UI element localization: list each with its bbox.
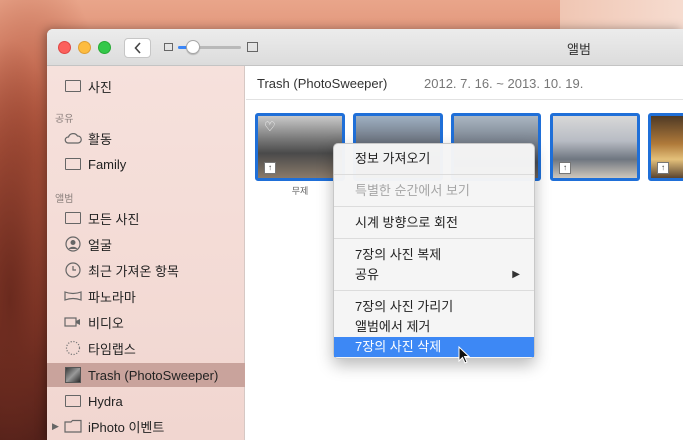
sidebar-item-label: 모든 사진 (88, 211, 140, 227)
menu-item-show-in-moments: 특별한 순간에서 보기 (355, 183, 470, 198)
share-badge-icon: ↑ (657, 162, 669, 174)
chevron-left-icon (133, 42, 141, 54)
menu-item-remove-from-album[interactable]: 앨범에서 제거 (334, 317, 534, 337)
folder-icon (64, 417, 82, 435)
album-icon (64, 392, 82, 410)
fullscreen-window-button[interactable] (98, 41, 111, 54)
disclosure-triangle-icon[interactable]: ▶ (52, 421, 59, 432)
menu-separator (334, 174, 534, 175)
back-button[interactable] (124, 38, 151, 58)
sidebar-item-label: 파노라마 (88, 289, 136, 305)
sidebar-item-videos[interactable]: 비디오 (47, 310, 245, 334)
photo-caption: 무제 (291, 186, 309, 196)
photo-thumbnail[interactable]: ♡ ↑ (255, 113, 345, 181)
album-date-range: 2012. 7. 16. ~ 2013. 10. 19. (424, 76, 584, 91)
menu-item-label: 공유 (355, 267, 379, 282)
sidebar-item-time-lapse[interactable]: 타임랩스 (47, 336, 245, 360)
sidebar-item-activity[interactable]: 활동 (47, 126, 245, 150)
sidebar-item-all-photos[interactable]: 모든 사진 (47, 206, 245, 230)
clock-icon (64, 261, 82, 279)
menu-item-hide-photos[interactable]: 7장의 사진 가리기 (334, 297, 534, 317)
menu-item-share[interactable]: 공유 ▶ (334, 265, 534, 285)
mouse-pointer-icon (458, 346, 470, 364)
close-window-button[interactable] (58, 41, 71, 54)
menu-separator (334, 238, 534, 239)
menu-item-duplicate-photos[interactable]: 7장의 사진 복제 (334, 245, 534, 265)
album-header: Trash (PhotoSweeper) 2012. 7. 16. ~ 2013… (246, 66, 683, 100)
sidebar-item-trash-photosweeper[interactable]: Trash (PhotoSweeper) (47, 363, 245, 387)
sidebar-item-label: 사진 (88, 79, 112, 95)
heart-icon[interactable]: ♡ (264, 119, 276, 135)
sidebar-section-albums: 앨범 (55, 194, 74, 205)
zoom-out-icon[interactable] (164, 43, 173, 51)
share-badge-icon: ↑ (264, 162, 276, 174)
sidebar-item-label: Trash (PhotoSweeper) (88, 367, 219, 383)
share-badge-icon: ↑ (559, 162, 571, 174)
face-icon (64, 235, 82, 253)
sidebar-item-label: 비디오 (88, 315, 124, 331)
sidebar-item-label: iPhoto 이벤트 (88, 419, 165, 435)
sidebar-item-photos[interactable]: 사진 (47, 74, 245, 98)
video-icon (64, 313, 82, 331)
sidebar-item-family[interactable]: Family (47, 152, 245, 176)
window-title: 앨범 (567, 42, 591, 57)
sidebar-item-panoramas[interactable]: 파노라마 (47, 284, 245, 308)
album-title: Trash (PhotoSweeper) (257, 76, 388, 91)
album-icon (64, 209, 82, 227)
sidebar-item-label: 활동 (88, 131, 112, 147)
sidebar-item-faces[interactable]: 얼굴 (47, 232, 245, 256)
context-menu: 정보 가져오기 특별한 순간에서 보기 시계 방향으로 회전 7장의 사진 복제… (333, 143, 535, 359)
photo-thumbnail[interactable]: ↑ (550, 113, 640, 181)
sidebar-item-label: Hydra (88, 393, 123, 409)
menu-item-rotate-clockwise[interactable]: 시계 방향으로 회전 (334, 213, 534, 233)
menu-item-delete-photos[interactable]: 7장의 사진 삭제 (334, 337, 534, 357)
timelapse-icon (64, 339, 82, 357)
sidebar-item-label: 얼굴 (88, 237, 112, 253)
menu-separator (334, 290, 534, 291)
sidebar-item-label: 타임랩스 (88, 341, 136, 357)
zoom-in-icon[interactable] (247, 42, 258, 52)
sidebar-item-last-import[interactable]: 최근 가져온 항목 (47, 258, 245, 282)
sidebar-item-hydra[interactable]: Hydra (47, 389, 245, 413)
album-thumbnail-icon (64, 366, 82, 384)
desktop-sky (560, 0, 683, 30)
cloud-icon (64, 129, 82, 147)
menu-separator (334, 206, 534, 207)
photos-icon (64, 77, 82, 95)
sidebar-item-iphoto-events[interactable]: ▶ iPhoto 이벤트 (47, 414, 245, 438)
submenu-arrow-icon: ▶ (512, 269, 520, 280)
sidebar: 사진 공유 활동 Family 앨범 모든 사진 얼굴 최근 가져온 항목 파노… (47, 66, 245, 440)
minimize-window-button[interactable] (78, 41, 91, 54)
sidebar-section-shared: 공유 (55, 114, 74, 125)
sidebar-item-label: Family (88, 156, 127, 172)
sidebar-item-label: 최근 가져온 항목 (88, 263, 179, 279)
menu-item-get-info[interactable]: 정보 가져오기 (334, 149, 534, 169)
album-icon (64, 155, 82, 173)
zoom-slider-knob[interactable] (186, 40, 200, 54)
panorama-icon (64, 287, 82, 305)
photo-thumbnail[interactable]: ↑ (648, 113, 683, 181)
titlebar: 앨범 (47, 29, 683, 66)
